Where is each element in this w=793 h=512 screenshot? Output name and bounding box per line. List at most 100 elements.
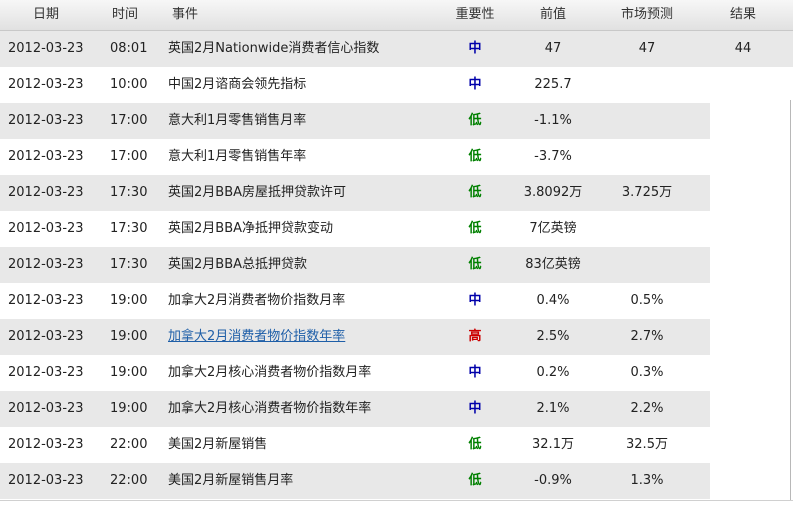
row-result: 44 — [734, 41, 752, 56]
header-event[interactable]: 事件 — [172, 0, 198, 30]
row-date: 2012-03-23 — [8, 185, 84, 200]
table-row[interactable]: 2012-03-23 17:30 英国2月BBA总抵押贷款 低 83亿英镑 — [0, 247, 793, 283]
row-event[interactable]: 加拿大2月消费者物价指数年率 — [168, 319, 345, 355]
row-forecast: 47 — [638, 41, 656, 56]
table-row[interactable]: 2012-03-23 19:00 加拿大2月消费者物价指数年率 高 2.5% 2.7% — [0, 319, 793, 355]
row-date: 2012-03-23 — [8, 77, 84, 92]
importance-badge: 中 — [468, 401, 482, 416]
divider — [790, 100, 791, 500]
row-event: 英国2月Nationwide消费者信心指数 — [168, 41, 380, 56]
row-previous: -3.7% — [534, 149, 572, 164]
row-date: 2012-03-23 — [8, 473, 84, 488]
importance-badge: 中 — [468, 77, 482, 92]
row-time: 17:30 — [110, 221, 148, 236]
header-result[interactable]: 结果 — [712, 0, 774, 30]
row-previous: 225.7 — [534, 77, 572, 92]
row-forecast: 0.3% — [630, 365, 664, 380]
row-event: 英国2月BBA总抵押贷款 — [168, 257, 308, 272]
row-date: 2012-03-23 — [8, 437, 84, 452]
row-time: 08:01 — [110, 41, 148, 56]
importance-badge: 高 — [468, 329, 482, 344]
row-forecast: 2.7% — [630, 329, 664, 344]
importance-badge: 中 — [468, 293, 482, 308]
table-body: 2012-03-23 08:01 英国2月Nationwide消费者信心指数中 47 4… — [0, 31, 793, 499]
table-row[interactable]: 2012-03-23 08:01 英国2月Nationwide消费者信心指数 中 47 4… — [0, 31, 793, 67]
table-row[interactable]: 2012-03-23 22:00 美国2月新屋销售 低 32.1万 32.5万 — [0, 427, 793, 463]
row-forecast: 0.5% — [630, 293, 664, 308]
table-row[interactable]: 2012-03-23 17:30 英国2月BBA净抵押贷款变动 低 7亿英镑 — [0, 211, 793, 247]
row-event: 英国2月BBA房屋抵押贷款许可 — [168, 185, 347, 200]
row-previous: 83亿英镑 — [525, 257, 581, 272]
row-date: 2012-03-23 — [8, 401, 84, 416]
row-event: 意大利1月零售销售月率 — [168, 113, 307, 128]
row-event: 中国2月谘商会领先指标 — [168, 77, 307, 92]
row-time: 22:00 — [110, 437, 148, 452]
row-previous: 2.1% — [536, 401, 570, 416]
row-time: 10:00 — [110, 77, 148, 92]
header-date[interactable]: 日期 — [33, 0, 59, 30]
row-event: 加拿大2月核心消费者物价指数年率 — [168, 401, 372, 416]
importance-badge: 低 — [468, 113, 482, 128]
row-time: 17:30 — [110, 185, 148, 200]
row-forecast: 1.3% — [630, 473, 664, 488]
row-previous: 0.2% — [536, 365, 570, 380]
header-previous[interactable]: 前值 — [508, 0, 598, 30]
row-time: 19:00 — [110, 329, 148, 344]
table-row[interactable]: 2012-03-23 19:00 加拿大2月核心消费者物价指数年率 中 2.1% 2.2% — [0, 391, 793, 427]
importance-badge: 低 — [468, 437, 482, 452]
event-link[interactable]: 加拿大2月消费者物价指数年率 — [168, 329, 345, 344]
row-previous: -0.9% — [534, 473, 572, 488]
row-event: 加拿大2月消费者物价指数月率 — [168, 293, 346, 308]
row-date: 2012-03-23 — [8, 221, 84, 236]
table-row[interactable]: 2012-03-23 17:00 意大利1月零售销售年率 低 -3.7% — [0, 139, 793, 175]
table-row[interactable]: 2012-03-23 22:00 美国2月新屋销售月率 低 -0.9% 1.3% — [0, 463, 793, 499]
header-forecast[interactable]: 市场预测 — [600, 0, 694, 30]
importance-badge: 低 — [468, 473, 482, 488]
row-previous: 3.8092万 — [523, 185, 583, 200]
row-event: 美国2月新屋销售 — [168, 437, 268, 452]
row-event: 美国2月新屋销售月率 — [168, 473, 294, 488]
row-background — [0, 103, 710, 139]
row-previous: 0.4% — [536, 293, 570, 308]
table-row[interactable]: 2012-03-23 17:30 英国2月BBA房屋抵押贷款许可 低 3.8092万 3.… — [0, 175, 793, 211]
row-time: 17:00 — [110, 149, 148, 164]
row-date: 2012-03-23 — [8, 293, 84, 308]
row-previous: -1.1% — [534, 113, 572, 128]
row-time: 19:00 — [110, 365, 148, 380]
row-date: 2012-03-23 — [8, 113, 84, 128]
importance-badge: 低 — [468, 221, 482, 236]
row-previous: 32.1万 — [532, 437, 574, 452]
economic-calendar: 日期 时间 事件 重要性 前值 市场预测 结果 2012-03-23 08:01 英… — [0, 0, 793, 512]
row-event: 英国2月BBA净抵押贷款变动 — [168, 221, 334, 236]
table-row[interactable]: 2012-03-23 10:00 中国2月谘商会领先指标 中 225.7 — [0, 67, 793, 103]
importance-badge: 低 — [468, 185, 482, 200]
row-event: 加拿大2月核心消费者物价指数月率 — [168, 365, 372, 380]
row-time: 17:00 — [110, 113, 148, 128]
row-forecast: 3.725万 — [621, 185, 673, 200]
row-time: 19:00 — [110, 401, 148, 416]
row-forecast: 2.2% — [630, 401, 664, 416]
table-row[interactable]: 2012-03-23 19:00 加拿大2月消费者物价指数月率 中 0.4% 0.5% — [0, 283, 793, 319]
row-date: 2012-03-23 — [8, 365, 84, 380]
row-previous: 47 — [544, 41, 562, 56]
table-header: 日期 时间 事件 重要性 前值 市场预测 结果 — [0, 0, 793, 31]
divider — [0, 500, 793, 501]
importance-badge: 中 — [468, 41, 482, 56]
importance-badge: 低 — [468, 149, 482, 164]
row-background — [0, 247, 710, 283]
row-forecast: 32.5万 — [626, 437, 668, 452]
header-time[interactable]: 时间 — [112, 0, 138, 30]
row-time: 17:30 — [110, 257, 148, 272]
table-row[interactable]: 2012-03-23 19:00 加拿大2月核心消费者物价指数月率 中 0.2% 0.3% — [0, 355, 793, 391]
row-time: 22:00 — [110, 473, 148, 488]
row-date: 2012-03-23 — [8, 41, 84, 56]
row-date: 2012-03-23 — [8, 329, 84, 344]
row-date: 2012-03-23 — [8, 149, 84, 164]
header-importance[interactable]: 重要性 — [452, 0, 498, 30]
importance-badge: 低 — [468, 257, 482, 272]
row-date: 2012-03-23 — [8, 257, 84, 272]
table-row[interactable]: 2012-03-23 17:00 意大利1月零售销售月率 低 -1.1% — [0, 103, 793, 139]
row-previous: 2.5% — [536, 329, 570, 344]
importance-badge: 中 — [468, 365, 482, 380]
row-event: 意大利1月零售销售年率 — [168, 149, 307, 164]
